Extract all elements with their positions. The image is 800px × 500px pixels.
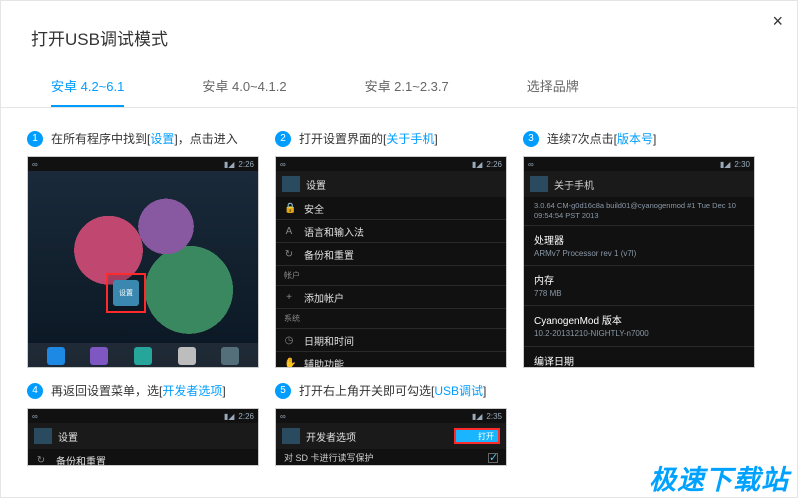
wifi-icon: ∞ <box>280 412 286 421</box>
step-badge: 1 <box>27 131 43 147</box>
dock <box>28 343 258 368</box>
about-builddate: 编译日期Tue Dec 10 08:51:18 PST 2013 <box>524 347 754 368</box>
tab-select-brand[interactable]: 选择品牌 <box>527 68 579 107</box>
tab-android-40-412[interactable]: 安卓 4.0~4.1.2 <box>202 68 286 107</box>
steps-grid: 1 在所有程序中找到[设置]，点击进入 ∞ ▮◢2:26 设置 <box>1 108 797 478</box>
wifi-icon: ∞ <box>528 160 534 169</box>
step-badge: 4 <box>27 383 43 399</box>
clock-icon: ◷ <box>284 335 294 346</box>
about-cpu: 处理器ARMv7 Processor rev 1 (v7l) <box>524 226 754 266</box>
messaging-icon <box>134 347 152 365</box>
modal-title: 打开USB调试模式 <box>1 1 797 68</box>
section-system: 系统 <box>276 309 506 329</box>
watermark: 极速下载站 <box>649 458 789 497</box>
about-header: 关于手机 <box>524 171 754 197</box>
step-text: 打开右上角开关即可勾选[USB调试] <box>299 382 509 400</box>
status-bar: ∞ ▮◢2:26 <box>28 409 258 423</box>
settings-app-icon: 设置 <box>113 280 139 306</box>
signal-icon: ▮◢ <box>224 160 235 169</box>
phone-icon <box>47 347 65 365</box>
camera-icon <box>178 347 196 365</box>
tabs: 安卓 4.2~6.1 安卓 4.0~4.1.2 安卓 2.1~2.3.7 选择品… <box>1 68 797 108</box>
list-item: ◷日期和时间 <box>276 329 506 352</box>
backup-icon: ↻ <box>284 249 294 260</box>
devoptions-header: 开发者选项 打开 <box>276 423 506 449</box>
wifi-icon: ∞ <box>32 160 38 169</box>
step-2: 2 打开设置界面的[关于手机] ∞ ▮◢2:26 设置 🔒安全 A语言和输入法 … <box>275 130 509 368</box>
step-3: 3 连续7次点击[版本号] ∞ ▮◢2:30 关于手机 3.0.64 CM-g0… <box>523 130 757 368</box>
list-item: ↻备份和重置 <box>276 243 506 266</box>
signal-icon: ▮◢ <box>472 412 483 421</box>
checkbox-icon <box>488 453 498 463</box>
step-text: 连续7次点击[版本号] <box>547 130 757 148</box>
clock: 2:35 <box>486 412 502 421</box>
apps-icon <box>221 347 239 365</box>
wifi-icon: ∞ <box>32 412 38 421</box>
back-icon <box>34 428 52 444</box>
lang-icon: A <box>284 226 294 237</box>
tab-android-21-237[interactable]: 安卓 2.1~2.3.7 <box>365 68 449 107</box>
step-badge: 3 <box>523 131 539 147</box>
signal-icon: ▮◢ <box>224 412 235 421</box>
back-icon <box>530 176 548 192</box>
clock: 2:26 <box>486 160 502 169</box>
list-item: A语言和输入法 <box>276 220 506 243</box>
phone-devoptions-partial: ∞ ▮◢2:35 开发者选项 打开 对 SD 卡进行读写保护 调试必须申请读写 … <box>275 408 507 466</box>
list-item: 🔒安全 <box>276 197 506 220</box>
step-1: 1 在所有程序中找到[设置]，点击进入 ∞ ▮◢2:26 设置 <box>27 130 261 368</box>
step-text: 在所有程序中找到[设置]，点击进入 <box>51 130 261 148</box>
settings-header: 设置 <box>28 423 258 449</box>
clock: 2:30 <box>734 160 750 169</box>
lock-icon: 🔒 <box>284 203 294 214</box>
phone-homescreen: ∞ ▮◢2:26 设置 <box>27 156 259 368</box>
devoptions-toggle-highlight: 打开 <box>454 428 500 444</box>
section-accounts: 帐户 <box>276 266 506 286</box>
status-bar: ∞ ▮◢2:35 <box>276 409 506 423</box>
hand-icon: ✋ <box>284 358 294 369</box>
status-bar: ∞ ▮◢2:30 <box>524 157 754 171</box>
wifi-icon: ∞ <box>280 160 286 169</box>
step-badge: 2 <box>275 131 291 147</box>
clock: 2:26 <box>238 160 254 169</box>
list-item: 对 SD 卡进行读写保护 <box>276 449 506 466</box>
step-5: 5 打开右上角开关即可勾选[USB调试] ∞ ▮◢2:35 开发者选项 打开 对… <box>275 382 509 466</box>
about-mem: 内存778 MB <box>524 266 754 306</box>
status-bar: ∞ ▮◢2:26 <box>276 157 506 171</box>
tab-android-42-61[interactable]: 安卓 4.2~6.1 <box>51 68 124 107</box>
step-text: 再返回设置菜单，选[开发者选项] <box>51 382 261 400</box>
usb-debug-modal: × 打开USB调试模式 安卓 4.2~6.1 安卓 4.0~4.1.2 安卓 2… <box>0 0 798 498</box>
phone-about: ∞ ▮◢2:30 关于手机 3.0.64 CM-g0d16c8a build01… <box>523 156 755 368</box>
step-4: 4 再返回设置菜单，选[开发者选项] ∞ ▮◢2:26 设置 ↻备份和重置 <box>27 382 261 466</box>
clock: 2:26 <box>238 412 254 421</box>
back-icon <box>282 176 300 192</box>
step-text: 打开设置界面的[关于手机] <box>299 130 509 148</box>
about-cm: CyanogenMod 版本10.2-20131210-NIGHTLY-n700… <box>524 306 754 346</box>
status-bar: ∞ ▮◢2:26 <box>28 157 258 171</box>
list-item: ↻备份和重置 <box>28 449 258 466</box>
kernel-info: 3.0.64 CM-g0d16c8a build01@cyanogenmod #… <box>524 197 754 226</box>
close-icon[interactable]: × <box>772 11 783 32</box>
back-icon <box>282 428 300 444</box>
settings-header: 设置 <box>276 171 506 197</box>
phone-settings-partial: ∞ ▮◢2:26 设置 ↻备份和重置 <box>27 408 259 466</box>
backup-icon: ↻ <box>36 455 46 466</box>
settings-icon-highlight: 设置 <box>106 273 146 313</box>
step-badge: 5 <box>275 383 291 399</box>
signal-icon: ▮◢ <box>472 160 483 169</box>
plus-icon: + <box>284 292 294 303</box>
list-item: +添加帐户 <box>276 286 506 309</box>
signal-icon: ▮◢ <box>720 160 731 169</box>
list-item: ✋辅助功能 <box>276 352 506 368</box>
phone-settings-list: ∞ ▮◢2:26 设置 🔒安全 A语言和输入法 ↻备份和重置 帐户 +添加帐户 … <box>275 156 507 368</box>
contacts-icon <box>90 347 108 365</box>
